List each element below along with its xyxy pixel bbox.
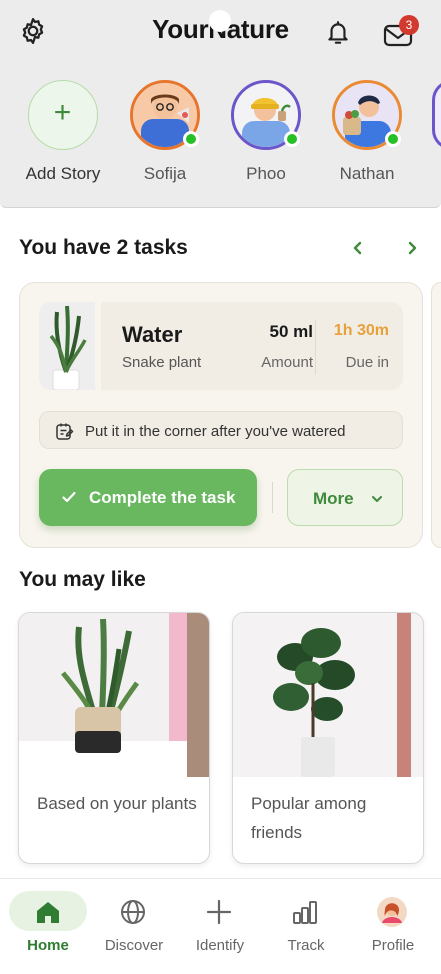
globe-icon: [121, 900, 145, 924]
task-note: Put it in the corner after you've watere…: [39, 411, 403, 449]
complete-task-button[interactable]: Complete the task: [39, 469, 257, 526]
bar-chart-icon: [293, 901, 317, 924]
task-due-value: 1h 30m: [333, 322, 389, 339]
tasks-heading: You have 2 tasks: [19, 236, 188, 259]
task-action: Water: [122, 322, 183, 347]
snake-plant-photo: [19, 613, 209, 777]
chevron-right-icon[interactable]: [402, 238, 422, 258]
story-label: Phoo: [246, 164, 286, 183]
online-indicator: [284, 131, 300, 147]
task-amount-value: 50 ml: [269, 322, 313, 341]
add-story-circle: +: [28, 80, 98, 150]
story-sofija[interactable]: Sofija: [120, 80, 210, 184]
plus-icon: [206, 899, 232, 925]
add-story-button[interactable]: + Add Story: [18, 80, 108, 184]
recommendations-heading: You may like: [19, 568, 146, 591]
online-indicator: [183, 131, 199, 147]
more-label: More: [313, 489, 354, 508]
recommendation-card[interactable]: Based on your plants: [18, 612, 210, 864]
bottom-nav: Home Discover Identify Track Profile: [0, 878, 441, 974]
recommendation-label: Popular among friends: [251, 794, 367, 842]
nav-item-profile[interactable]: Profile: [350, 879, 436, 974]
nav-label: Track: [287, 937, 325, 954]
nav-item-home[interactable]: Home: [0, 879, 87, 974]
task-summary: Water Snake plant 50 ml Amount 1h 30m Du…: [39, 302, 403, 390]
nav-label: Discover: [104, 937, 164, 954]
check-icon: [62, 491, 76, 503]
mail-badge-count: 3: [399, 15, 419, 35]
more-button[interactable]: More: [287, 469, 403, 526]
avatar: [332, 80, 402, 150]
avatar: [231, 80, 301, 150]
divider: [272, 482, 273, 513]
nav-label: Home: [27, 937, 69, 954]
fiddle-leaf-fig-photo: [233, 613, 423, 777]
task-amount-label: Amount: [261, 354, 313, 371]
online-indicator: [385, 131, 401, 147]
task-note-text: Put it in the corner after you've watere…: [85, 423, 346, 440]
story-nathan[interactable]: Nathan: [322, 80, 412, 184]
nav-item-track[interactable]: Track: [263, 879, 349, 974]
nav-label: Profile: [371, 937, 415, 954]
next-task-card-peek[interactable]: [431, 282, 441, 548]
nav-label: Identify: [195, 937, 245, 954]
divider: [315, 320, 316, 375]
story-label: Sofija: [143, 164, 187, 183]
camera-notch: [209, 10, 231, 32]
task-plant-name: Snake plant: [122, 354, 202, 371]
nav-item-identify[interactable]: Identify: [177, 879, 263, 974]
story-label: Nathan: [339, 164, 395, 183]
recommendation-label: Based on your plants: [37, 794, 197, 813]
complete-task-label: Complete the task: [89, 488, 236, 507]
avatar: [377, 897, 407, 927]
chevron-left-icon[interactable]: [348, 238, 368, 258]
recommendation-card[interactable]: Popular among friends: [232, 612, 424, 864]
task-due-label: Due in: [345, 354, 389, 371]
chevron-down-icon: [372, 496, 382, 502]
avatar: [130, 80, 200, 150]
plus-icon: +: [53, 96, 72, 129]
bell-icon[interactable]: [325, 19, 351, 47]
task-card: Water Snake plant 50 ml Amount 1h 30m Du…: [19, 282, 423, 548]
story-label: Add Story: [25, 164, 101, 183]
story-phoo[interactable]: Phoo: [221, 80, 311, 184]
home-icon: [37, 902, 59, 923]
nav-item-discover[interactable]: Discover: [91, 879, 177, 974]
note-icon: [56, 423, 74, 440]
snake-plant-image: [39, 302, 101, 390]
